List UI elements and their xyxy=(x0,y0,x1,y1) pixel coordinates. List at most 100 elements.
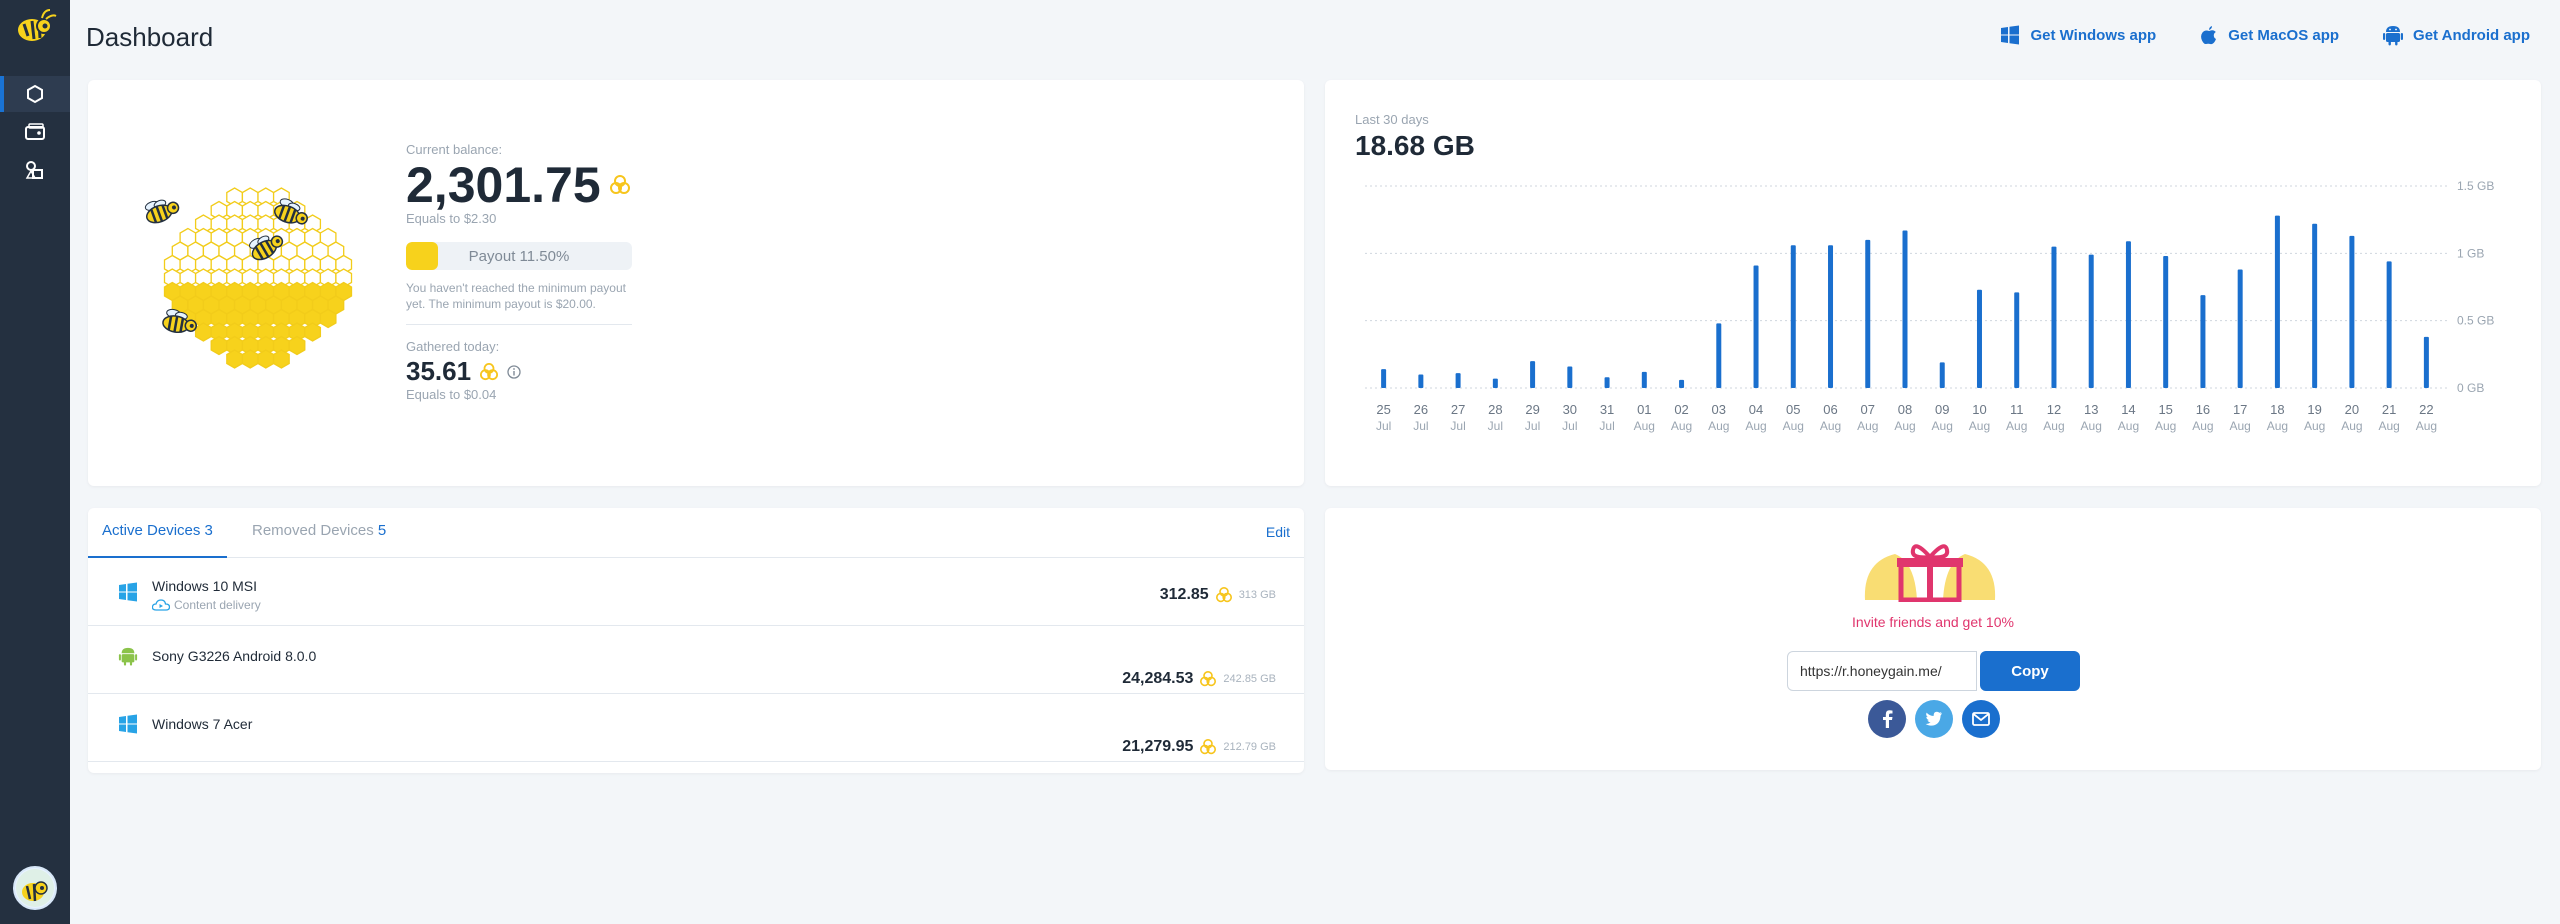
x-tick-month: Aug xyxy=(2304,419,2325,433)
traffic-bar[interactable] xyxy=(1716,323,1722,388)
x-tick-day: 26 xyxy=(1414,402,1428,417)
honeycomb-illustration xyxy=(144,187,353,369)
get-macos-app-label: Get MacOS app xyxy=(2228,26,2340,44)
x-tick-day: 05 xyxy=(1786,402,1800,417)
honeycomb-cell xyxy=(241,349,259,369)
x-tick-day: 22 xyxy=(2419,402,2433,417)
x-tick-month: Aug xyxy=(2267,419,2288,433)
traffic-bar[interactable] xyxy=(2200,295,2206,388)
traffic-bar[interactable] xyxy=(2312,223,2318,388)
email-share-button[interactable] xyxy=(1962,700,2000,738)
traffic-period-label: Last 30 days xyxy=(1355,112,1429,127)
facebook-share-button[interactable] xyxy=(1868,700,1906,738)
traffic-bar[interactable] xyxy=(1902,230,1908,388)
device-row[interactable]: Windows 7 Acer 21,279.95 212.79 GB xyxy=(88,694,1304,762)
device-subtitle-text: Content delivery xyxy=(174,598,261,612)
traffic-bar[interactable] xyxy=(1865,239,1871,388)
x-tick-month: Aug xyxy=(1634,419,1655,433)
android-icon xyxy=(118,647,138,666)
device-traffic: 313 GB xyxy=(1238,589,1276,601)
device-earnings: 312.85 313 GB xyxy=(1160,586,1276,604)
device-traffic: 242.85 GB xyxy=(1223,673,1276,685)
traffic-bar[interactable] xyxy=(2386,261,2392,388)
traffic-bar[interactable] xyxy=(2051,246,2057,388)
traffic-bar[interactable] xyxy=(2237,269,2243,388)
info-icon[interactable] xyxy=(507,364,521,379)
device-row[interactable]: Windows 10 MSI Content delivery 312.85 3… xyxy=(88,558,1304,626)
x-tick-month: Jul xyxy=(1450,419,1465,433)
apple-icon xyxy=(2201,26,2217,45)
honeycomb-cell xyxy=(194,322,212,342)
traffic-bar[interactable] xyxy=(2163,256,2169,388)
traffic-bar[interactable] xyxy=(1753,265,1759,388)
x-tick-month: Jul xyxy=(1599,419,1614,433)
traffic-bar[interactable] xyxy=(1567,366,1573,388)
traffic-bar[interactable] xyxy=(2423,336,2429,388)
x-tick-day: 27 xyxy=(1451,402,1465,417)
referral-link-input[interactable] xyxy=(1787,651,1977,691)
gathered-today-equals: Equals to $0.04 xyxy=(406,387,497,402)
traffic-bar[interactable] xyxy=(1530,361,1536,388)
sidebar-item-dashboard[interactable] xyxy=(0,76,70,112)
honeycomb-cell xyxy=(257,349,275,369)
x-tick-month: Jul xyxy=(1562,419,1577,433)
traffic-bar[interactable] xyxy=(1641,371,1647,388)
traffic-bar[interactable] xyxy=(1455,373,1461,388)
bee-icon xyxy=(144,199,180,224)
tab-removed-devices-label: Removed Devices xyxy=(252,522,374,539)
traffic-bar[interactable] xyxy=(2088,254,2094,388)
x-tick-day: 25 xyxy=(1376,402,1390,417)
traffic-bar[interactable] xyxy=(1976,289,1982,388)
x-tick-month: Aug xyxy=(2378,419,2399,433)
honeycomb-cell xyxy=(210,335,228,356)
device-row[interactable]: Sony G3226 Android 8.0.0 24,284.53 242.8… xyxy=(88,626,1304,694)
traffic-bar[interactable] xyxy=(1679,379,1685,388)
payout-progress-bar: Payout 11.50% xyxy=(406,242,632,270)
x-tick-month: Aug xyxy=(1969,419,1990,433)
shapes-icon xyxy=(25,161,43,179)
x-tick-month: Aug xyxy=(1708,419,1729,433)
traffic-bar[interactable] xyxy=(1381,369,1387,388)
honey-coin-icon xyxy=(480,362,499,380)
copy-button[interactable]: Copy xyxy=(1980,651,2080,691)
x-tick-day: 30 xyxy=(1563,402,1577,417)
tab-removed-devices[interactable]: Removed Devices 5 xyxy=(252,522,386,539)
edit-devices-link[interactable]: Edit xyxy=(1266,524,1290,540)
x-tick-month: Aug xyxy=(2081,419,2102,433)
avatar[interactable] xyxy=(13,866,57,910)
sidebar-item-shapes[interactable] xyxy=(0,152,70,188)
tab-active-devices[interactable]: Active Devices 3 xyxy=(88,522,227,558)
x-tick-day: 18 xyxy=(2270,402,2284,417)
traffic-bar[interactable] xyxy=(2274,215,2280,388)
traffic-bar[interactable] xyxy=(2125,241,2131,388)
sidebar xyxy=(0,0,70,924)
traffic-bar[interactable] xyxy=(1939,362,1945,388)
current-balance-value: 2,301.75 xyxy=(406,157,601,213)
app-links: Get Windows app Get MacOS app Get Androi… xyxy=(2000,24,2530,46)
device-earnings-value: 312.85 xyxy=(1159,586,1209,603)
balance-block: Current balance: 2,301.75 Equals to $2.3… xyxy=(406,142,646,402)
get-macos-app-link[interactable]: Get MacOS app xyxy=(2200,24,2339,46)
twitter-share-button[interactable] xyxy=(1915,700,1953,738)
x-tick-day: 01 xyxy=(1637,402,1651,417)
x-tick-day: 15 xyxy=(2158,402,2172,417)
x-tick-month: Jul xyxy=(1525,419,1540,433)
traffic-bar[interactable] xyxy=(2349,235,2355,388)
traffic-bar[interactable] xyxy=(1828,245,1834,388)
honeygain-logo[interactable] xyxy=(10,6,60,46)
twitter-icon xyxy=(1925,711,1942,726)
get-android-app-link[interactable]: Get Android app xyxy=(2383,24,2530,46)
traffic-bar[interactable] xyxy=(1492,378,1498,388)
device-name: Windows 10 MSI xyxy=(152,578,258,594)
get-windows-app-link[interactable]: Get Windows app xyxy=(2000,24,2156,46)
traffic-bar[interactable] xyxy=(1418,374,1424,388)
traffic-bar[interactable] xyxy=(1790,245,1796,388)
traffic-bar[interactable] xyxy=(2014,292,2020,388)
get-windows-app-label: Get Windows app xyxy=(2030,26,2157,44)
traffic-bar[interactable] xyxy=(1604,377,1610,388)
device-subtitle: Content delivery xyxy=(152,598,261,612)
sidebar-item-wallet[interactable] xyxy=(0,114,70,150)
x-tick-month: Aug xyxy=(2118,419,2139,433)
x-tick-month: Aug xyxy=(2006,419,2027,433)
x-tick-month: Aug xyxy=(1745,419,1766,433)
